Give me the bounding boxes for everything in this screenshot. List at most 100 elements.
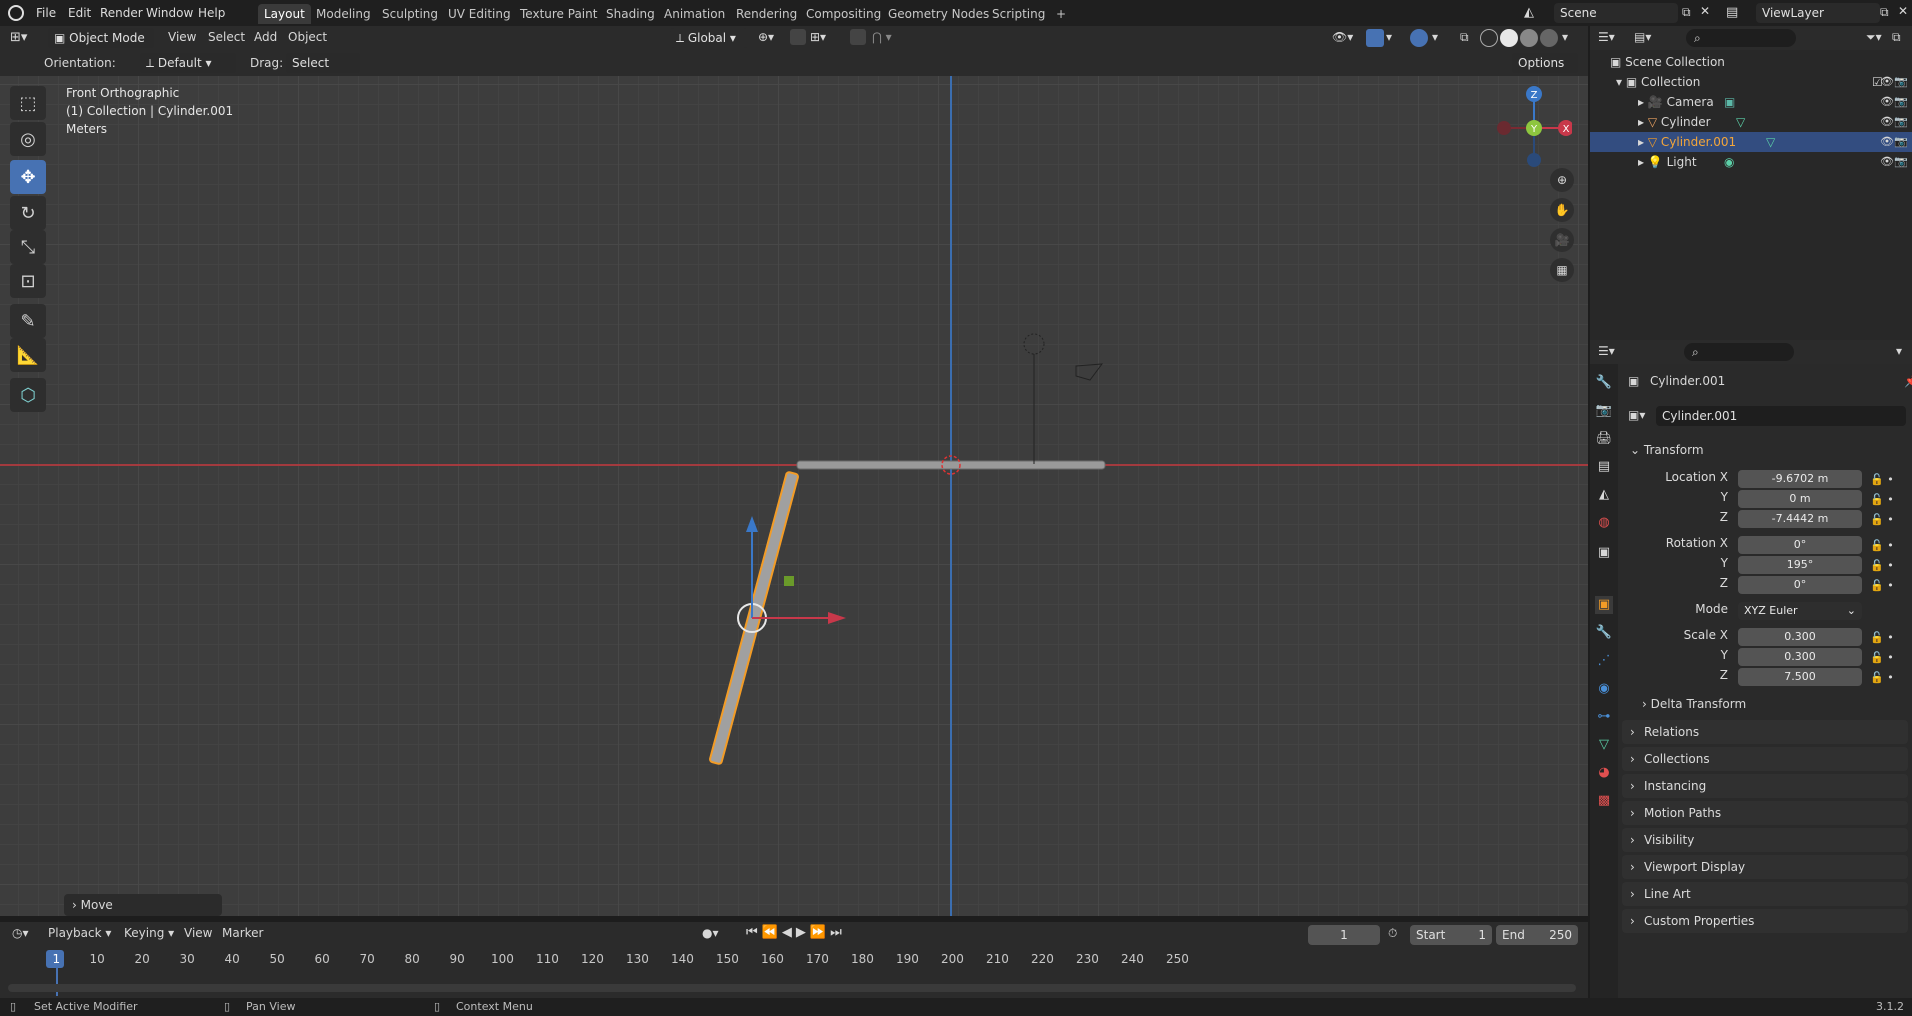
transform-panel-header[interactable]: ⌄ Transform [1622,438,1908,462]
mesh-data-icon[interactable]: ▽ [1736,112,1745,132]
outliner-item-light[interactable]: ▸ 💡 Light ◉ [1590,152,1912,172]
properties-options-icon[interactable]: ▾ [1896,344,1902,358]
properties-editor-icon[interactable]: ☰▾ [1598,344,1615,358]
stopwatch-icon[interactable]: ⏱ [1388,926,1397,941]
marker-menu[interactable]: Marker [222,926,263,940]
camera-data-icon[interactable]: ▣ [1724,92,1735,112]
outliner-editor-icon[interactable]: ☰▾ [1598,30,1615,44]
filter-icon[interactable]: ⏷▾ [1866,30,1882,45]
blender-logo-icon[interactable] [8,5,24,21]
scale-z-field[interactable]: 7.500 [1738,668,1862,686]
menu-add[interactable]: Add [254,30,277,44]
collection-row[interactable]: ▾ ▣ Collection ☑ [1590,72,1912,92]
zoom-icon[interactable]: ⊕ [1550,168,1574,192]
pan-hand-icon[interactable]: ✋ [1550,198,1574,222]
playback-menu[interactable]: Playback ▾ [48,926,111,940]
gizmo-dropdown-icon[interactable]: ▾ [1386,30,1392,44]
add-workspace-button[interactable]: + [1050,4,1072,24]
render-tab-icon[interactable]: 📷 [1595,402,1613,420]
menu-help[interactable]: Help [198,4,225,22]
location-z-field[interactable]: -7.4442 m [1738,510,1862,528]
menu-edit[interactable]: Edit [68,4,91,22]
rotation-z-field[interactable]: 0° [1738,576,1862,594]
3d-viewport[interactable]: ⬚ ◎ ✥ ↻ ⤡ ⊡ ✎ 📐 ⬡ Front Orthographic (1)… [0,76,1588,916]
constraints-tab-icon[interactable]: ⊶ [1595,708,1613,726]
panel-viewport-display[interactable]: › Viewport Display [1622,855,1908,879]
camera-view-icon[interactable]: 🎥 [1550,228,1574,252]
new-view-layer-icon[interactable]: ⧉ [1880,5,1889,20]
overlays-dropdown-icon[interactable]: ▾ [1432,30,1438,44]
delta-transform-subpanel[interactable]: › Delta Transform [1642,694,1746,714]
gizmo-toggle-icon[interactable] [1366,29,1384,47]
outliner-item-cylinder-001[interactable]: ▸ ▽ Cylinder.001 ▽ [1590,132,1912,152]
tab-uv-editing[interactable]: UV Editing [442,4,517,24]
display-mode-icon[interactable]: ▤▾ [1634,30,1651,44]
new-collection-icon[interactable]: ⧉ [1892,30,1901,45]
playback-controls[interactable]: ⏮⏪◀▶⏩⏭ [746,925,846,940]
wireframe-shading-icon[interactable] [1480,29,1498,47]
scene-selector[interactable]: Scene [1554,3,1678,23]
rotation-x-field[interactable]: 0° [1738,536,1862,554]
snap-target-icon[interactable]: ⊞▾ [810,30,826,44]
texture-tab-icon[interactable]: ▩ [1595,792,1613,810]
particles-tab-icon[interactable]: ⋰ [1595,652,1613,670]
record-icon[interactable]: ●▾ [702,926,719,940]
scale-x-field[interactable]: 0.300 [1738,628,1862,646]
pivot-point-icon[interactable]: ⊕▾ [758,30,774,44]
visibility-toggles[interactable]: 👁📷 👁📷 👁📷 👁📷 👁📷 [1880,72,1908,172]
timeline-scrollbar[interactable] [8,984,1576,992]
proportional-falloff-icon[interactable]: ⋂ ▾ [872,30,892,44]
menu-file[interactable]: File [36,4,56,22]
panel-instancing[interactable]: › Instancing [1622,774,1908,798]
lock-icons[interactable]: 🔓 • 🔓 • 🔓 • [1870,470,1894,530]
timeline-editor-icon[interactable]: ◷▾ [12,926,29,940]
tab-rendering[interactable]: Rendering [730,4,803,24]
options-dropdown[interactable]: Options ▾ [1512,53,1578,90]
view-layer-selector[interactable]: ViewLayer [1756,3,1880,23]
drag-dropdown[interactable]: Select Box▾ [286,53,360,90]
scene-tab-icon[interactable]: ◭ [1595,486,1613,504]
collection-tab-icon[interactable]: ▣ [1595,544,1613,562]
data-tab-icon[interactable]: ▽ [1595,736,1613,754]
physics-tab-icon[interactable]: ◉ [1595,680,1613,698]
panel-relations[interactable]: › Relations [1622,720,1908,744]
menu-select[interactable]: Select [208,30,245,44]
expand-icon[interactable]: ▸ [1638,115,1648,129]
mode-selector[interactable]: ▣ Object Mode ▾ [48,28,154,65]
last-operator-panel[interactable]: › Move [64,894,222,916]
tab-modeling[interactable]: Modeling [310,4,377,24]
view-layer-icon[interactable]: ▤ [1726,5,1738,20]
panel-visibility[interactable]: › Visibility [1622,828,1908,852]
location-y-field[interactable]: 0 m [1738,490,1862,508]
start-frame-field[interactable]: Start 1 [1410,925,1492,945]
close-scene-icon[interactable]: ✕ [1700,4,1710,18]
scale-lock-icons[interactable]: 🔓 • 🔓 • 🔓 • [1870,628,1894,688]
pin-icon[interactable]: 📌 [1904,374,1912,388]
menu-view[interactable]: View [168,30,196,44]
shading-dropdown-icon[interactable]: ▾ [1562,30,1568,44]
object-data-dropdown-icon[interactable]: ▣▾ [1628,408,1645,422]
editor-type-icon[interactable]: ⊞▾ [10,30,27,45]
current-frame-field[interactable]: 1 [1308,925,1380,945]
tool-tab-icon[interactable]: 🔧 [1595,374,1613,392]
outliner-search-input[interactable]: ⌕ [1686,29,1796,47]
menu-object[interactable]: Object [288,30,327,44]
output-tab-icon[interactable]: 🖨 [1595,430,1613,448]
perspective-grid-icon[interactable]: ▦ [1550,258,1574,282]
scale-y-field[interactable]: 0.300 [1738,648,1862,666]
menu-render[interactable]: Render [100,4,143,22]
timeline-view-menu[interactable]: View [184,926,212,940]
tab-sculpting[interactable]: Sculpting [376,4,444,24]
object-tab-icon[interactable]: ▣ [1595,596,1613,614]
tab-compositing[interactable]: Compositing [800,4,887,24]
tab-texture-paint[interactable]: Texture Paint [514,4,603,24]
properties-search-input[interactable]: ⌕ [1684,343,1794,361]
menu-window[interactable]: Window [146,4,193,22]
rendered-shading-icon[interactable] [1540,29,1558,47]
xray-toggle-icon[interactable]: ⧉ [1460,30,1469,45]
proportional-edit-icon[interactable] [850,29,866,45]
world-tab-icon[interactable]: ◍ [1595,514,1613,532]
modifier-tab-icon[interactable]: 🔧 [1595,624,1613,642]
close-view-layer-icon[interactable]: ✕ [1898,4,1908,18]
keying-menu[interactable]: Keying ▾ [124,926,174,940]
